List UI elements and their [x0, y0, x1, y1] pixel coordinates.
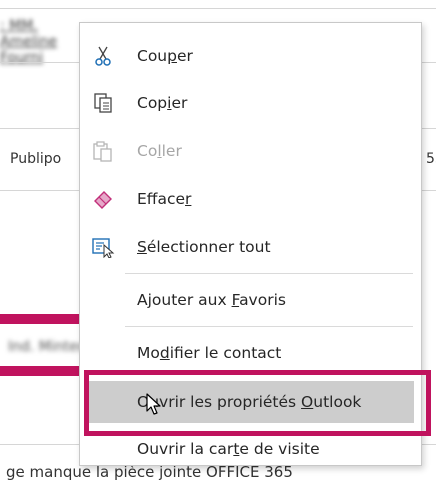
- callout-highlight-frame: [84, 370, 431, 436]
- menu-item-clear[interactable]: Effacer: [80, 178, 421, 220]
- select-all-icon: [90, 234, 116, 260]
- right-edge-text: 55: [426, 151, 436, 167]
- menu-separator: [125, 326, 413, 327]
- menu-item-label: Effacer: [137, 190, 192, 208]
- menu-item-copy[interactable]: Copier: [80, 82, 421, 124]
- highlight-bar-top: [0, 314, 84, 324]
- blurred-contact: Ind. Minted: [8, 339, 87, 355]
- recipient-field[interactable]: : MM. Ameline Fourni: [0, 18, 90, 66]
- menu-item-label: Ouvrir la carte de visite: [137, 440, 320, 458]
- menu-item-select-all[interactable]: Sélectionner tout: [80, 226, 421, 268]
- eraser-icon: [90, 186, 116, 212]
- menu-separator: [125, 273, 413, 274]
- menu-item-add-favorites[interactable]: Ajouter aux Favoris: [80, 279, 421, 321]
- scissors-icon: [90, 43, 116, 69]
- menu-item-cut[interactable]: Couper: [80, 35, 421, 77]
- menu-item-label: Couper: [137, 47, 193, 65]
- menu-item-edit-contact[interactable]: Modifier le contact: [80, 332, 421, 374]
- header-divider-top: [0, 8, 436, 9]
- highlight-bar-bottom: [0, 366, 84, 376]
- menu-item-label: Copier: [137, 94, 188, 112]
- menu-item-label: Sélectionner tout: [137, 238, 271, 256]
- copy-icon: [90, 90, 116, 116]
- menu-item-paste[interactable]: Coller: [80, 130, 421, 172]
- publipostage-label: Publipo: [10, 151, 62, 167]
- menu-item-label: Modifier le contact: [137, 344, 282, 362]
- menu-item-label: Ajouter aux Favoris: [137, 291, 286, 309]
- recipient-name: : MM. Ameline Fourni: [0, 18, 58, 66]
- mouse-cursor-icon: [146, 393, 161, 415]
- menu-item-label: Coller: [137, 142, 182, 160]
- paste-icon: [90, 138, 116, 164]
